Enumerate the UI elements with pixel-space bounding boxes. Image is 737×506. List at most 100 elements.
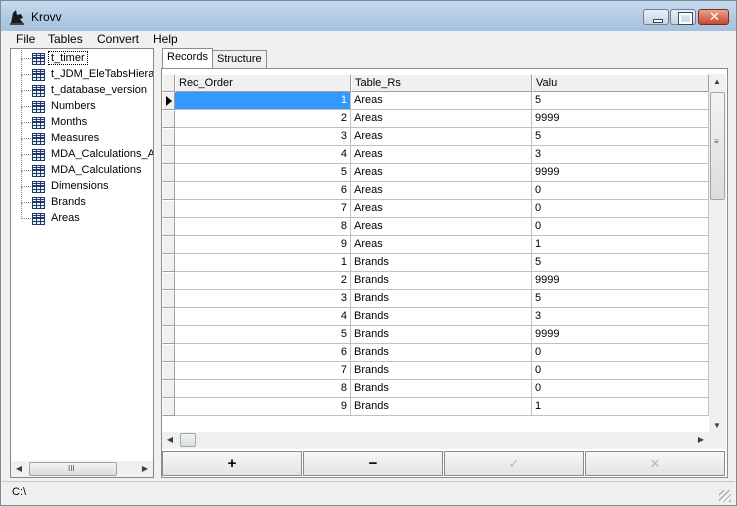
row-indicator[interactable] — [162, 236, 175, 254]
tree-item[interactable]: Numbers — [11, 91, 153, 115]
cell-rec-order[interactable]: 7 — [175, 200, 351, 218]
records-grid[interactable]: Rec_Order Table_Rs Valu 1 Areas 5 2 Areas 999… — [162, 74, 709, 437]
tree-item[interactable]: Areas — [11, 203, 153, 227]
tree-horizontal-scrollbar[interactable]: ◀ III ▶ — [11, 461, 153, 477]
tree-item[interactable]: MDA_Calculations — [11, 155, 153, 179]
cell-valu[interactable]: 0 — [532, 200, 709, 218]
cell-valu[interactable]: 0 — [532, 182, 709, 200]
cell-table-rs[interactable]: Brands — [351, 380, 532, 398]
row-indicator[interactable] — [162, 182, 175, 200]
cell-valu[interactable]: 3 — [532, 308, 709, 326]
scroll-right-icon[interactable]: ▶ — [137, 461, 153, 477]
cell-table-rs[interactable]: Areas — [351, 218, 532, 236]
row-indicator[interactable] — [162, 344, 175, 362]
tree-item[interactable]: Dimensions — [11, 171, 153, 195]
table-row[interactable]: 9 Brands 1 — [162, 398, 709, 416]
add-record-button[interactable]: + — [162, 451, 302, 476]
column-header-rec-order[interactable]: Rec_Order — [175, 74, 351, 92]
cell-table-rs[interactable]: Areas — [351, 110, 532, 128]
cell-valu[interactable]: 1 — [532, 398, 709, 416]
table-row[interactable]: 4 Areas 3 — [162, 146, 709, 164]
row-indicator[interactable] — [162, 200, 175, 218]
delete-record-button[interactable]: − — [303, 451, 443, 476]
table-row[interactable]: 8 Areas 0 — [162, 218, 709, 236]
cell-valu[interactable]: 5 — [532, 290, 709, 308]
table-tree[interactable]: t_timer t_JDM_EleTabsHiera t_database_vers… — [10, 48, 154, 478]
cell-rec-order[interactable]: 5 — [175, 326, 351, 344]
menu-tables[interactable]: Tables — [48, 32, 83, 46]
cell-valu[interactable]: 3 — [532, 146, 709, 164]
row-indicator[interactable] — [162, 254, 175, 272]
table-row[interactable]: 5 Areas 9999 — [162, 164, 709, 182]
menu-help[interactable]: Help — [153, 32, 178, 46]
tree-item[interactable]: t_database_version — [11, 75, 153, 99]
cell-rec-order[interactable]: 8 — [175, 380, 351, 398]
cell-valu[interactable]: 0 — [532, 218, 709, 236]
table-row[interactable]: 3 Brands 5 — [162, 290, 709, 308]
cell-valu[interactable]: 5 — [532, 254, 709, 272]
tab-records[interactable]: Records — [162, 48, 213, 68]
cell-valu[interactable]: 5 — [532, 128, 709, 146]
table-row[interactable]: 2 Brands 9999 — [162, 272, 709, 290]
row-indicator[interactable] — [162, 380, 175, 398]
row-indicator[interactable] — [162, 110, 175, 128]
maximize-button[interactable] — [670, 9, 696, 25]
row-indicator[interactable] — [162, 362, 175, 380]
table-row[interactable]: 4 Brands 3 — [162, 308, 709, 326]
cell-valu[interactable]: 0 — [532, 380, 709, 398]
cell-table-rs[interactable]: Brands — [351, 362, 532, 380]
cell-valu[interactable]: 0 — [532, 362, 709, 380]
row-indicator[interactable] — [162, 92, 175, 110]
cell-rec-order[interactable]: 3 — [175, 128, 351, 146]
table-row[interactable]: 8 Brands 0 — [162, 380, 709, 398]
table-row[interactable]: 7 Brands 0 — [162, 362, 709, 380]
column-header-valu[interactable]: Valu — [532, 74, 709, 92]
table-row[interactable]: 1 Areas 5 — [162, 92, 709, 110]
cell-rec-order[interactable]: 6 — [175, 182, 351, 200]
menu-convert[interactable]: Convert — [97, 32, 139, 46]
table-row[interactable]: 9 Areas 1 — [162, 236, 709, 254]
tree-item[interactable]: Brands — [11, 187, 153, 211]
cell-valu[interactable]: 9999 — [532, 164, 709, 182]
row-indicator[interactable] — [162, 272, 175, 290]
cell-table-rs[interactable]: Brands — [351, 254, 532, 272]
row-indicator[interactable] — [162, 146, 175, 164]
cell-table-rs[interactable]: Brands — [351, 326, 532, 344]
row-indicator[interactable] — [162, 128, 175, 146]
row-indicator[interactable] — [162, 398, 175, 416]
close-button[interactable] — [698, 9, 729, 25]
scroll-right-icon[interactable]: ▶ — [693, 432, 709, 448]
row-indicator[interactable] — [162, 308, 175, 326]
grid-horizontal-scrollbar[interactable]: ◀ ▶ — [162, 432, 709, 449]
cell-rec-order[interactable]: 4 — [175, 146, 351, 164]
resize-grip-icon[interactable] — [719, 490, 731, 502]
tab-structure[interactable]: Structure — [212, 50, 267, 68]
cell-valu[interactable]: 1 — [532, 236, 709, 254]
cell-valu[interactable]: 0 — [532, 344, 709, 362]
cell-rec-order[interactable]: 6 — [175, 344, 351, 362]
cancel-edit-button[interactable]: ✕ — [585, 451, 725, 476]
cell-rec-order[interactable]: 9 — [175, 236, 351, 254]
cell-rec-order[interactable]: 2 — [175, 272, 351, 290]
cell-valu[interactable]: 9999 — [532, 326, 709, 344]
minimize-button[interactable] — [643, 9, 669, 25]
menu-file[interactable]: File — [16, 32, 35, 46]
cell-table-rs[interactable]: Brands — [351, 308, 532, 326]
scroll-up-icon[interactable]: ▲ — [709, 74, 725, 90]
tree-item[interactable]: MDA_Calculations_A — [11, 139, 153, 163]
cell-rec-order[interactable]: 7 — [175, 362, 351, 380]
cell-table-rs[interactable]: Areas — [351, 128, 532, 146]
cell-rec-order[interactable]: 8 — [175, 218, 351, 236]
cell-table-rs[interactable]: Areas — [351, 164, 532, 182]
table-row[interactable]: 6 Areas 0 — [162, 182, 709, 200]
cell-valu[interactable]: 5 — [532, 92, 709, 110]
cell-valu[interactable]: 9999 — [532, 110, 709, 128]
cell-table-rs[interactable]: Brands — [351, 290, 532, 308]
cell-rec-order[interactable]: 4 — [175, 308, 351, 326]
cell-table-rs[interactable]: Brands — [351, 344, 532, 362]
cell-table-rs[interactable]: Areas — [351, 182, 532, 200]
post-edit-button[interactable]: ✓ — [444, 451, 584, 476]
tree-item[interactable]: t_timer — [11, 49, 153, 67]
table-row[interactable]: 6 Brands 0 — [162, 344, 709, 362]
table-row[interactable]: 7 Areas 0 — [162, 200, 709, 218]
